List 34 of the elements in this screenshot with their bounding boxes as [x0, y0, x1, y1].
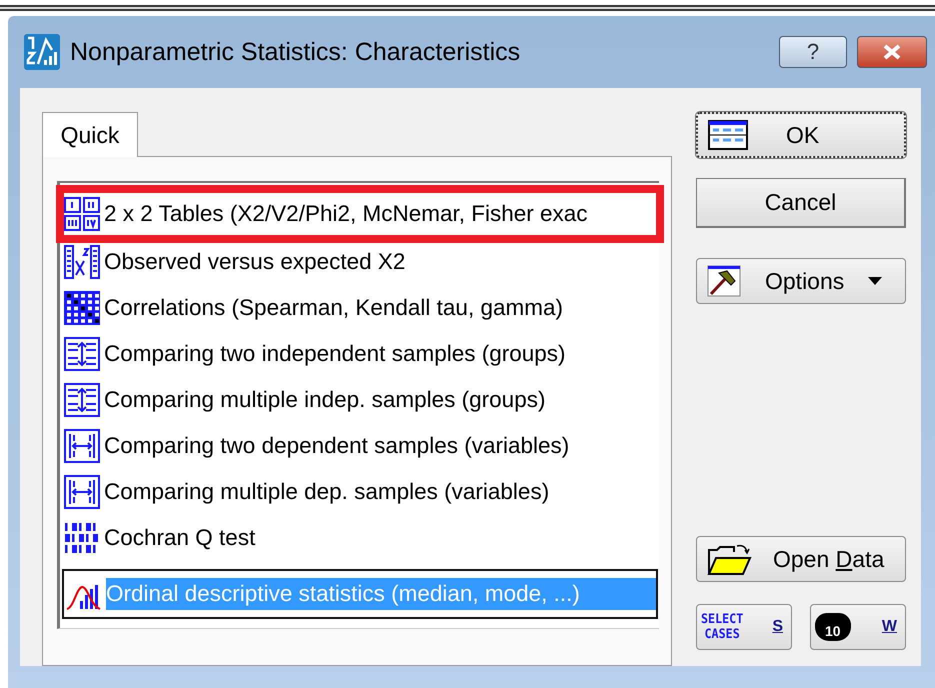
select-cases-button[interactable]: SELECT CASES S: [696, 604, 792, 650]
open-data-button[interactable]: Open Data: [696, 536, 906, 582]
list-item[interactable]: Comparing multiple dep. samples (variables): [62, 469, 658, 515]
samples-icon: [64, 383, 100, 417]
weight-icon: 10: [815, 613, 851, 641]
weight-button[interactable]: 10 W: [810, 604, 906, 650]
list-item[interactable]: Comparing multiple indep. samples (groups): [62, 377, 658, 423]
close-button[interactable]: [857, 36, 927, 68]
list-item[interactable]: Correlations (Spearman, Kendall tau, gamma): [62, 285, 658, 331]
list-item[interactable]: Cochran Q test: [62, 515, 658, 561]
app-icon: [24, 34, 60, 70]
paired-samples-icon: [64, 429, 100, 463]
ok-button[interactable]: OK: [696, 112, 906, 158]
matrix-icon: [64, 291, 100, 325]
list-item[interactable]: Observed versus expected X2: [62, 239, 658, 285]
options-button[interactable]: Options: [696, 258, 906, 304]
samples-icon: [64, 337, 100, 371]
help-button[interactable]: ?: [779, 36, 847, 68]
tab[interactable]: Quick: [42, 112, 138, 157]
table-grid-icon: [64, 197, 100, 231]
list-item[interactable]: 2 x 2 Tables (X2/V2/Phi2, McNemar, Fisher exac: [62, 191, 658, 237]
list-item[interactable]: Comparing two independent samples (groups): [62, 331, 658, 377]
cancel-button[interactable]: Cancel: [696, 178, 906, 228]
binary-digits-icon: [64, 521, 100, 555]
chi-square-icon: [64, 245, 100, 279]
dropdown-caret-icon: [868, 277, 882, 285]
list-item[interactable]: Comparing two dependent samples (variables): [62, 423, 658, 469]
spreadsheet-icon: [708, 120, 748, 150]
select-cases-icon: SELECT CASES: [701, 612, 744, 642]
close-icon: [881, 44, 903, 60]
paired-samples-icon: [64, 475, 100, 509]
hammer-icon: [707, 265, 741, 297]
folder-icon: [707, 542, 753, 576]
window-title: Nonparametric Statistics: Characteristics: [70, 38, 522, 66]
